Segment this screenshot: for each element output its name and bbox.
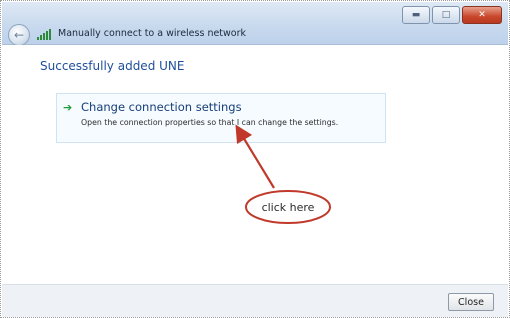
dialog-footer: Close [2,284,508,317]
click-here-callout: click here [244,190,332,224]
callout-text: click here [261,200,315,214]
annotation-arrow [235,124,275,189]
close-button[interactable]: Close [448,293,494,311]
annotation-overlay [235,124,331,224]
